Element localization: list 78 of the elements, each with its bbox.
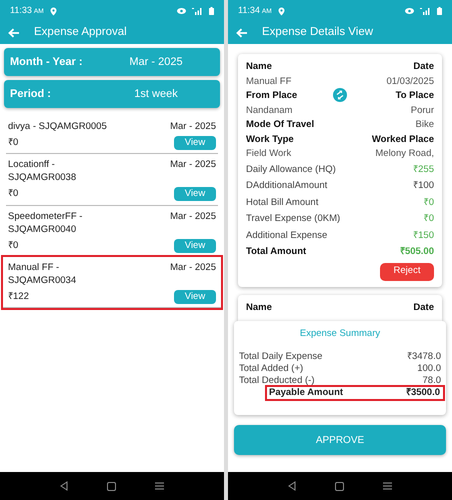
amount-value: ₹150 (413, 228, 434, 242)
view-button[interactable]: View (174, 290, 216, 304)
filter-label: Period : (10, 86, 52, 102)
location-icon (278, 6, 285, 16)
field-value: Bike (416, 118, 434, 132)
eye-icon (177, 8, 186, 14)
amount-label: Hotal Bill Amount (246, 196, 318, 210)
field-label: Mode Of Travel (246, 118, 314, 132)
back-arrow-icon[interactable] (236, 28, 248, 38)
entry-period: Mar - 2025 (170, 260, 216, 274)
field-value: Melony Road, (375, 147, 434, 161)
home-icon[interactable] (334, 482, 344, 490)
field-label: Date (413, 60, 434, 74)
view-button[interactable]: View (174, 136, 216, 150)
entry-amount: ₹0 (8, 187, 18, 202)
entry-name: SpeedometerFF - SJQAMGR0040 (8, 210, 84, 236)
view-button[interactable]: View (174, 187, 216, 202)
summary-value: ₹3478.0 (406, 351, 441, 363)
back-icon[interactable] (288, 481, 296, 491)
summary-value: ₹3500.0 (406, 387, 440, 399)
location-icon (50, 6, 57, 16)
summary-label: Total Deducted (-) (239, 375, 315, 387)
amount-value: ₹255 (413, 162, 434, 176)
entry-amount: ₹0 (8, 136, 18, 150)
screen-title: Expense Approval (34, 25, 127, 40)
entry-period: Mar - 2025 (170, 158, 216, 172)
filter-label: Month - Year : (10, 54, 84, 70)
screen-title: Expense Details View (262, 25, 374, 40)
signal-icon (420, 8, 431, 14)
field-label: To Place (396, 89, 434, 103)
amount-value: ₹505.00 (400, 245, 434, 259)
eye-icon (405, 8, 414, 14)
battery-icon (209, 7, 214, 15)
back-icon[interactable] (60, 481, 68, 491)
summary-label: Payable Amount (269, 387, 344, 399)
entry-amount: ₹0 (8, 238, 18, 252)
field-label: Name (246, 60, 272, 74)
approve-button[interactable]: APPROVE (234, 425, 446, 455)
entry-name: divya - SJQAMGR0005 (8, 120, 107, 133)
amount-value: ₹0 (424, 212, 434, 226)
swap-icon[interactable] (333, 88, 347, 102)
amount-label: Travel Expense (0KM) (246, 212, 340, 226)
field-label: Worked Place (372, 132, 434, 146)
field-label: From Place (246, 89, 298, 103)
summary-title: Expense Summary (300, 328, 380, 339)
battery-icon (437, 7, 442, 15)
field-value: Manual FF (246, 74, 292, 88)
field-value: Nandanam (246, 104, 292, 118)
entry-period: Mar - 2025 (170, 210, 216, 222)
summary-label: Total Added (+) (239, 363, 304, 375)
entry-amount: ₹122 (8, 290, 29, 304)
field-label: Work Type (246, 132, 294, 146)
amount-label: Daily Allowance (HQ) (246, 162, 336, 176)
signal-icon (192, 8, 203, 14)
home-icon[interactable] (106, 482, 116, 490)
menu-icon[interactable] (383, 482, 392, 490)
amount-value: ₹100 (413, 179, 434, 193)
field-value: 01/03/2025 (386, 74, 434, 88)
filter-value: Mar - 2025 (128, 54, 184, 70)
entry-name: Locationff - SJQAMGR0038 (8, 158, 78, 184)
entry-period: Mar - 2025 (170, 120, 216, 133)
filter-value: 1st week (133, 86, 179, 102)
field-value: Porur (410, 104, 434, 118)
field-value: Field Work (246, 147, 292, 161)
menu-icon[interactable] (155, 482, 164, 490)
amount-label: Total Amount (246, 245, 306, 259)
reject-button[interactable]: Reject (380, 262, 434, 280)
back-arrow-icon[interactable] (8, 28, 20, 38)
amount-label: Additional Expense (246, 228, 328, 242)
entry-name: Manual FF - SJQAMGR0034 (8, 260, 78, 287)
field-label: Date (413, 300, 434, 314)
field-label: Name (246, 300, 272, 314)
view-button[interactable]: View (174, 238, 216, 253)
summary-value: 78.0 (422, 375, 441, 387)
summary-label: Total Daily Expense (239, 351, 322, 363)
amount-label: DAdditionalAmount (246, 179, 328, 193)
summary-value: 100.0 (417, 363, 441, 375)
amount-value: ₹0 (424, 196, 434, 210)
